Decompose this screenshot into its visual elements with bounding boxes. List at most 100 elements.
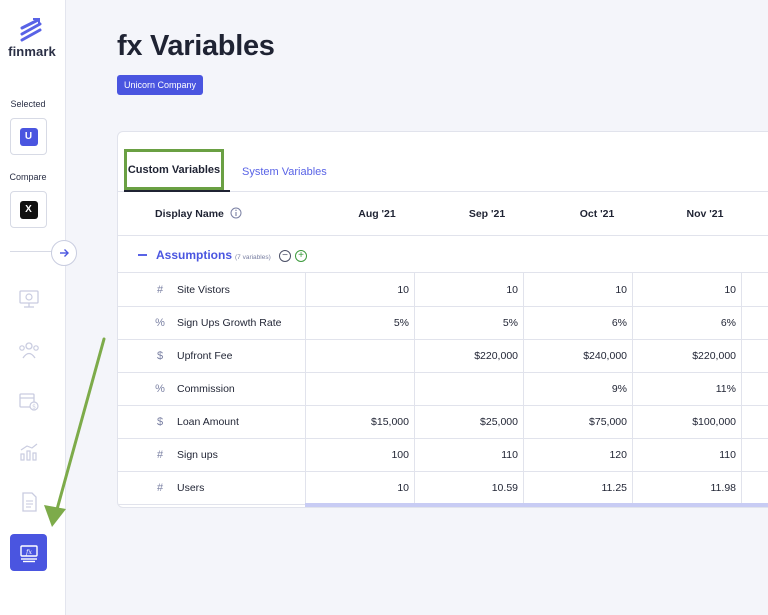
- selected-company-button[interactable]: U: [10, 118, 47, 155]
- dashboard-icon: [19, 290, 39, 308]
- value-cell[interactable]: $15,000: [309, 416, 409, 428]
- value-cell[interactable]: $25,000: [418, 416, 518, 428]
- tab-custom-variables[interactable]: Custom Variables: [124, 149, 224, 190]
- variable-name[interactable]: Users: [177, 482, 204, 494]
- group-variable-count: (7 variables): [235, 254, 271, 261]
- column-divider: [414, 273, 415, 503]
- value-cell[interactable]: 10: [636, 284, 736, 296]
- value-cell[interactable]: 110: [636, 449, 736, 461]
- add-variable-button[interactable]: +: [295, 250, 307, 262]
- table-row[interactable]: # Users 10 10.59 11.25 11.98: [118, 472, 768, 505]
- group-assumptions: Assumptions (7 variables) − +: [118, 237, 768, 273]
- table-header: Display Name Aug '21 Sep '21 Oct '21 Nov…: [118, 193, 768, 236]
- calendar-dollar-icon: $: [19, 393, 39, 411]
- compare-company-button[interactable]: X: [10, 191, 47, 228]
- value-cell[interactable]: 110: [418, 449, 518, 461]
- variable-type-icon: $: [156, 416, 164, 428]
- value-cell[interactable]: $220,000: [636, 350, 736, 362]
- table-row[interactable]: # Sign ups 100 110 120 110: [118, 439, 768, 472]
- value-cell[interactable]: 10.59: [418, 482, 518, 494]
- table-row[interactable]: % Sign Ups Growth Rate 5% 5% 6% 6%: [118, 307, 768, 340]
- display-name-header: Display Name: [155, 208, 224, 220]
- variable-name[interactable]: Sign ups: [177, 449, 218, 461]
- value-cell[interactable]: 100: [309, 449, 409, 461]
- chart-icon: [20, 443, 38, 461]
- table-row[interactable]: % Commission 9% 11%: [118, 373, 768, 406]
- value-cell[interactable]: 6%: [636, 317, 736, 329]
- variable-type-icon: %: [155, 317, 165, 329]
- variable-tabs: Custom Variables System Variables: [118, 132, 768, 192]
- plus-icon: +: [298, 250, 304, 261]
- month-header: Oct '21: [579, 208, 615, 220]
- fx-variables-icon: fx: [19, 544, 38, 562]
- variable-name[interactable]: Loan Amount: [177, 416, 239, 428]
- value-cell[interactable]: 11%: [636, 383, 736, 395]
- compare-company-badge: X: [19, 200, 38, 219]
- horizontal-scrollbar[interactable]: [305, 503, 768, 507]
- value-cell[interactable]: 9%: [527, 383, 627, 395]
- variable-name[interactable]: Upfront Fee: [177, 350, 232, 362]
- selected-label: Selected: [10, 99, 46, 109]
- minus-icon: −: [282, 250, 288, 261]
- table-row[interactable]: $ Upfront Fee $220,000 $240,000 $220,000: [118, 340, 768, 373]
- column-divider: [632, 273, 633, 503]
- value-cell[interactable]: $240,000: [527, 350, 627, 362]
- value-cell[interactable]: 6%: [527, 317, 627, 329]
- variable-name[interactable]: Commission: [177, 383, 235, 395]
- expand-sidebar-button[interactable]: [51, 240, 77, 266]
- nav-calendar[interactable]: $: [16, 388, 42, 414]
- group-name[interactable]: Assumptions: [156, 248, 232, 262]
- value-cell[interactable]: $100,000: [636, 416, 736, 428]
- arrow-right-icon: [60, 249, 69, 257]
- sidebar-divider: [10, 251, 52, 252]
- document-icon: [22, 492, 37, 512]
- annotation-arrow-icon: [44, 337, 106, 527]
- collapse-group-icon[interactable]: [138, 254, 147, 256]
- column-divider: [741, 273, 742, 503]
- nav-reports[interactable]: [16, 439, 42, 465]
- month-header: Sep '21: [468, 208, 506, 220]
- value-cell[interactable]: 120: [527, 449, 627, 461]
- column-divider: [523, 273, 524, 503]
- info-icon[interactable]: [230, 207, 242, 219]
- company-tag[interactable]: Unicorn Company: [117, 75, 204, 95]
- brand-name: finmark: [8, 44, 56, 59]
- finmark-logo-icon: [20, 18, 42, 42]
- value-cell[interactable]: 5%: [418, 317, 518, 329]
- value-cell[interactable]: 11.98: [636, 482, 737, 494]
- people-icon: [19, 342, 39, 359]
- svg-text:$: $: [32, 404, 36, 411]
- table-row[interactable]: # Site Vistors 10 10 10 10: [118, 274, 768, 307]
- variable-type-icon: #: [156, 284, 164, 296]
- variable-type-icon: #: [156, 449, 164, 461]
- svg-text:fx: fx: [24, 548, 31, 556]
- value-cell[interactable]: 10: [418, 284, 518, 296]
- table-row[interactable]: $ Loan Amount $15,000 $25,000 $75,000 $100,00…: [118, 406, 768, 439]
- selected-company-badge: U: [19, 127, 38, 146]
- nav-dashboard[interactable]: [16, 286, 42, 312]
- nav-documents[interactable]: [16, 489, 42, 515]
- tab-system-variables[interactable]: System Variables: [242, 166, 327, 178]
- nav-people[interactable]: [16, 337, 42, 363]
- remove-variable-button[interactable]: −: [279, 250, 291, 262]
- month-header: Nov '21: [686, 208, 724, 220]
- compare-label: Compare: [9, 172, 47, 182]
- value-cell[interactable]: $75,000: [527, 416, 627, 428]
- value-cell[interactable]: $220,000: [418, 350, 518, 362]
- month-header: Aug '21: [358, 208, 396, 220]
- page-title: fx Variables: [117, 30, 275, 62]
- value-cell[interactable]: 10: [309, 482, 409, 494]
- variable-name[interactable]: Sign Ups Growth Rate: [177, 317, 281, 329]
- value-cell[interactable]: 10: [309, 284, 409, 296]
- active-tab-underline: [124, 190, 230, 192]
- column-divider: [305, 273, 306, 503]
- variable-type-icon: %: [155, 383, 165, 395]
- value-cell[interactable]: 11.25: [527, 482, 628, 494]
- value-cell[interactable]: 10: [527, 284, 627, 296]
- variable-name[interactable]: Site Vistors: [177, 284, 230, 296]
- variables-card: Custom Variables System Variables Displa…: [117, 131, 768, 508]
- value-cell[interactable]: 5%: [309, 317, 409, 329]
- nav-fx-variables[interactable]: fx: [10, 534, 47, 571]
- variable-type-icon: #: [156, 482, 164, 494]
- finmark-logo[interactable]: finmark: [4, 18, 60, 59]
